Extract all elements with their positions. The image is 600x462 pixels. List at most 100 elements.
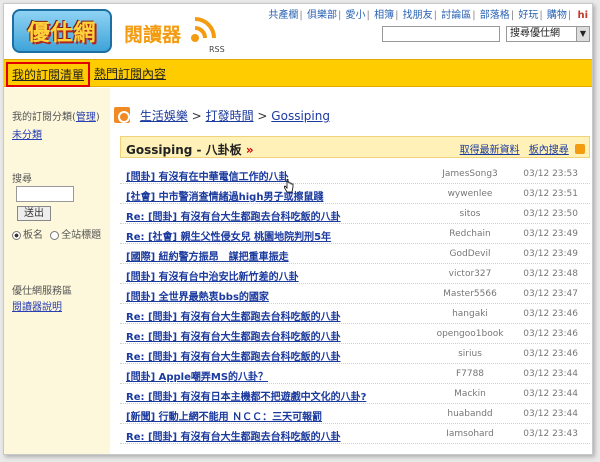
post-author: huabandd bbox=[447, 409, 493, 419]
post-title-link[interactable]: [新聞] 行動上網不能用 ＮＣＣ：三天可報罰 bbox=[126, 408, 322, 423]
post-time: 03/12 23:50 bbox=[523, 209, 578, 219]
post-time: 03/12 23:49 bbox=[523, 249, 578, 259]
site-header: 優仕網 閱讀器 RSS 共產欄| 俱樂部| 愛小| 相簿| 找朋友| 討論區| … bbox=[4, 4, 592, 59]
post-author: JamesSong3 bbox=[442, 169, 498, 179]
post-title-link[interactable]: Re: [問卦] 有沒有台大生都跑去台科吃飯的八卦 bbox=[126, 428, 341, 443]
search-scope-radios: 板名 全站標題 bbox=[12, 226, 101, 241]
tab-my-subscriptions[interactable]: 我的訂閱清單 bbox=[6, 62, 91, 87]
category-heading: 我的訂閱分類(管理) bbox=[12, 112, 100, 123]
radio-board-label: 板名 bbox=[23, 230, 43, 241]
post-list: [問卦] 有沒有在中華電信工作的八卦 JamesSong3 03/12 23:53[… bbox=[120, 164, 590, 444]
post-author: sitos bbox=[459, 209, 481, 219]
submit-button[interactable]: 送出 bbox=[17, 206, 51, 221]
rss-icon: RSS bbox=[191, 17, 225, 54]
top-link[interactable]: 俱樂部 bbox=[307, 10, 337, 21]
site-logo[interactable]: 優仕網 bbox=[12, 9, 112, 53]
post-title-link[interactable]: [國際] 紐約警方振昂 謀把重車振走 bbox=[126, 248, 289, 263]
table-row: [社會] 中市警消查情緒過high男子或擦鼠踐 wywenlee 03/12 23:… bbox=[120, 184, 590, 204]
post-author: F7788 bbox=[455, 369, 485, 379]
radio-all[interactable] bbox=[50, 230, 60, 240]
breadcrumb-separator: > bbox=[191, 109, 202, 123]
board-header: Gossiping - 八卦板 » 取得最新資料 板內搜尋 bbox=[120, 136, 590, 158]
top-links: 共產欄| 俱樂部| 愛小| 相簿| 找朋友| 討論區| 部落格| 好玩| 購物|… bbox=[268, 10, 588, 21]
table-row: Re: [社會] 親生父性侵女兒 桃園地院判刑5年 Redchain 03/12 2… bbox=[120, 224, 590, 244]
post-time: 03/12 23:48 bbox=[523, 269, 578, 279]
manage-link[interactable]: 管理 bbox=[76, 112, 96, 123]
post-title-link[interactable]: Re: [問卦] 有沒有台大生都跑去台科吃飯的八卦 bbox=[126, 328, 341, 343]
radio-all-label: 全站標題 bbox=[61, 230, 102, 241]
post-time: 03/12 23:53 bbox=[523, 169, 578, 179]
top-link[interactable]: 好玩 bbox=[518, 10, 538, 21]
site-search-input[interactable] bbox=[382, 26, 500, 42]
post-time: 03/12 23:49 bbox=[523, 229, 578, 239]
board-title: Gossiping - 八卦板 » bbox=[126, 141, 254, 158]
post-title-link[interactable]: Re: [問卦] 有沒有日本主機都不把遊戲中文化的八卦? bbox=[126, 388, 366, 403]
top-link[interactable]: 愛小 bbox=[346, 10, 366, 21]
greeting: hi bbox=[577, 10, 588, 21]
table-row: Re: [問卦] 有沒有台大生都跑去台科吃飯的八卦 opengoo1book 03/… bbox=[120, 324, 590, 344]
post-title-link[interactable]: Re: [問卦] 有沒有台大生都跑去台科吃飯的八卦 bbox=[126, 208, 341, 223]
breadcrumb-level1[interactable]: 生活娛樂 bbox=[140, 109, 188, 123]
post-time: 03/12 23:46 bbox=[523, 309, 578, 319]
nav-bar: 我的訂閱清單 熱門訂閱內容 bbox=[4, 59, 592, 87]
category-icon bbox=[114, 107, 130, 123]
table-row: [問卦] 有沒有台中治安比新竹差的八卦 victor327 03/12 23:48 bbox=[120, 264, 590, 284]
table-row: Re: [問卦] 有沒有台大生都跑去台科吃飯的八卦 sirius 03/12 23:… bbox=[120, 344, 590, 364]
post-author: wywenlee bbox=[447, 189, 493, 199]
breadcrumb-level2[interactable]: 打發時間 bbox=[206, 109, 254, 123]
rss-label: RSS bbox=[209, 45, 225, 54]
post-time: 03/12 23:43 bbox=[523, 429, 578, 439]
board-search-input[interactable] bbox=[16, 186, 74, 202]
uncategorized-link[interactable]: 未分類 bbox=[12, 126, 42, 141]
top-link[interactable]: 相簿 bbox=[374, 10, 394, 21]
refresh-link[interactable]: 取得最新資料 bbox=[460, 145, 520, 156]
top-link[interactable]: 共產欄 bbox=[268, 10, 298, 21]
post-author: Redchain bbox=[449, 229, 491, 239]
table-row: [問卦] 有沒有在中華電信工作的八卦 JamesSong3 03/12 23:53 bbox=[120, 164, 590, 184]
breadcrumb: 生活娛樂 > 打發時間 > Gossiping bbox=[114, 107, 330, 124]
post-title-link[interactable]: Re: [問卦] 有沒有台大生都跑去台科吃飯的八卦 bbox=[126, 308, 341, 323]
category-label: 我的訂閱分類 bbox=[12, 112, 72, 123]
breadcrumb-level3[interactable]: Gossiping bbox=[271, 109, 330, 123]
sidebar: 我的訂閱分類(管理) 未分類 搜尋 送出 板名 全站標題 優仕網服務區 閱讀器說… bbox=[4, 88, 110, 454]
post-time: 03/12 23:44 bbox=[523, 369, 578, 379]
logo-text: 優仕網 bbox=[27, 21, 97, 46]
radio-board[interactable] bbox=[12, 230, 21, 240]
table-row: Re: [問卦] 有沒有日本主機都不把遊戲中文化的八卦? Mackin 03/12 … bbox=[120, 384, 590, 404]
tab-hot-subscriptions[interactable]: 熱門訂閱內容 bbox=[94, 65, 166, 82]
top-link[interactable]: 討論區 bbox=[441, 10, 471, 21]
post-time: 03/12 23:46 bbox=[523, 329, 578, 339]
rss-icon[interactable] bbox=[575, 144, 585, 154]
top-link[interactable]: 購物 bbox=[547, 10, 567, 21]
table-row: [新聞] 行動上網不能用 ＮＣＣ：三天可報罰 huabandd 03/12 23:4… bbox=[120, 404, 590, 424]
board-search-link[interactable]: 板內搜尋 bbox=[529, 145, 569, 156]
top-link[interactable]: 找朋友 bbox=[403, 10, 433, 21]
post-author: GodDevil bbox=[449, 249, 491, 259]
post-author: hangaki bbox=[452, 309, 488, 319]
post-author: sirius bbox=[458, 349, 482, 359]
site-search-select[interactable]: 搜尋優仕網 ▼ bbox=[506, 26, 590, 42]
post-author: victor327 bbox=[448, 269, 492, 279]
post-title-link[interactable]: [問卦] Apple嘲弄MS的八卦？ bbox=[126, 368, 268, 383]
post-title-link[interactable]: Re: [社會] 親生父性侵女兒 桃園地院判刑5年 bbox=[126, 228, 331, 243]
post-title-link[interactable]: [問卦] 全世界最熱衷bbs的國家 bbox=[126, 288, 269, 303]
table-row: [問卦] Apple嘲弄MS的八卦？ F7788 03/12 23:44 bbox=[120, 364, 590, 384]
top-link[interactable]: 部落格 bbox=[480, 10, 510, 21]
browser-frame: 優仕網 閱讀器 RSS 共產欄| 俱樂部| 愛小| 相簿| 找朋友| 討論區| … bbox=[3, 3, 593, 455]
table-row: [國際] 紐約警方振昂 謀把重車振走 GodDevil 03/12 23:49 bbox=[120, 244, 590, 264]
post-title-link[interactable]: [問卦] 有沒有台中治安比新竹差的八卦 bbox=[126, 268, 299, 283]
board-links: 取得最新資料 板內搜尋 bbox=[454, 141, 585, 156]
table-row: Re: [問卦] 有沒有台大生都跑去台科吃飯的八卦 Iamsohard 03/12 … bbox=[120, 424, 590, 444]
post-time: 03/12 23:51 bbox=[523, 189, 578, 199]
breadcrumb-separator: > bbox=[257, 109, 268, 123]
post-author: Master5566 bbox=[443, 289, 497, 299]
board-arrow: » bbox=[245, 143, 254, 157]
search-label: 搜尋 bbox=[12, 174, 32, 185]
chevron-down-icon: ▼ bbox=[576, 27, 589, 41]
post-author: opengoo1book bbox=[436, 329, 504, 339]
reader-help-link[interactable]: 閱讀器說明 bbox=[12, 298, 62, 313]
post-title-link[interactable]: [問卦] 有沒有在中華電信工作的八卦 bbox=[126, 168, 289, 183]
post-title-link[interactable]: Re: [問卦] 有沒有台大生都跑去台科吃飯的八卦 bbox=[126, 348, 341, 363]
post-time: 03/12 23:44 bbox=[523, 409, 578, 419]
service-label: 優仕網服務區 bbox=[12, 286, 72, 297]
